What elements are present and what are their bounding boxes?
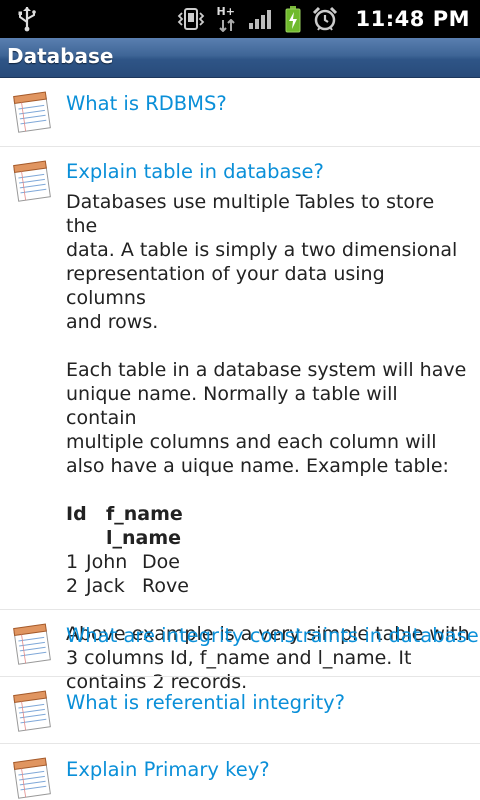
usb-icon	[18, 7, 36, 32]
answer-line: also have a uique name. Example table:	[66, 455, 449, 477]
alarm-icon	[312, 6, 337, 31]
notepad-icon	[13, 623, 51, 665]
answer-line: data. A table is simply a two dimensiona…	[66, 239, 458, 261]
table-cell: Doe	[142, 551, 180, 573]
answer-line: representation of your data using column…	[66, 263, 385, 309]
vibrate-icon	[177, 8, 204, 30]
page-title: Database	[7, 44, 114, 68]
table-cell: Jack	[86, 575, 125, 597]
question-label: What is referential integrity?	[66, 691, 345, 714]
battery-charging-icon	[285, 6, 301, 33]
question-label: Explain Primary key?	[66, 758, 270, 781]
question-label: Explain table in database?	[66, 160, 324, 183]
clock-time: 11:48 PM	[355, 7, 470, 31]
notepad-icon	[13, 91, 51, 133]
list-item[interactable]: What is RDBMS?	[0, 78, 480, 147]
network-type-label: H+	[216, 5, 235, 18]
answer-line: Databases use multiple Tables to store t…	[66, 191, 435, 237]
notepad-icon	[13, 690, 51, 732]
question-list: What is RDBMS? Explain table in database…	[0, 78, 480, 800]
list-item[interactable]: Explain Primary key?	[0, 744, 480, 800]
answer-line: multiple columns and each column will	[66, 431, 437, 453]
table-cell: 1	[66, 551, 79, 573]
answer-line: Each table in a database system will hav…	[66, 359, 467, 381]
question-label: What are integrity constraints in databa…	[66, 624, 480, 647]
title-bar: Database	[0, 38, 480, 78]
network-hplus-icon: H+	[216, 4, 238, 34]
list-item[interactable]: What is referential integrity?	[0, 677, 480, 744]
list-item-expanded[interactable]: Explain table in database? Databases use…	[0, 147, 480, 693]
table-header-names: f_name l_name	[106, 503, 183, 549]
answer-line: unique name. Normally a table will conta…	[66, 383, 398, 429]
status-bar: H+ 11:48 PM	[0, 0, 480, 38]
notepad-icon	[13, 757, 51, 799]
table-cell: Rove	[142, 575, 189, 597]
signal-icon	[248, 10, 271, 29]
notepad-icon	[13, 160, 51, 202]
question-label: What is RDBMS?	[66, 92, 227, 115]
table-cell: 2	[66, 575, 79, 597]
example-table: Id f_name l_name 1 John Doe 2 Jack Rove	[66, 502, 470, 598]
table-cell: John	[86, 551, 128, 573]
answer-line: and rows.	[66, 311, 159, 333]
list-item[interactable]: What are integrity constraints in databa…	[0, 610, 480, 677]
